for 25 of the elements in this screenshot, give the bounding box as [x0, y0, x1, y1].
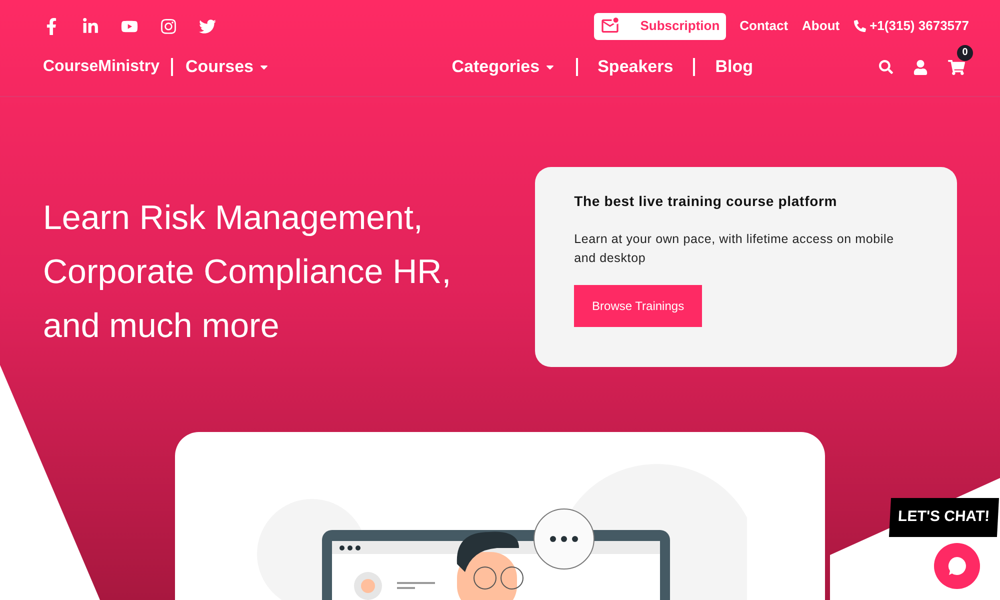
nav-link[interactable]: Courses — [185, 54, 270, 80]
card-text: Learn at your own pace, with lifetime access on mobile and desktop — [574, 231, 895, 267]
hero-headline: Corporate Compliance HR, — [43, 252, 452, 293]
cart-count-badge: 0 — [957, 44, 973, 60]
top-link[interactable]: Contact — [740, 16, 788, 36]
nav-link[interactable]: Categories — [452, 54, 556, 80]
chat-label: LET'S CHAT! — [889, 498, 999, 536]
twitter-icon[interactable] — [199, 18, 216, 34]
browse-trainings-button[interactable]: Browse Trainings — [574, 285, 702, 327]
card-title: The best live training course platform — [574, 192, 838, 211]
phone-icon — [854, 20, 866, 32]
cart-icon[interactable] — [948, 58, 965, 76]
brand-logo[interactable]: CourseMinistry — [43, 55, 160, 79]
phone-link[interactable]: +1(315) 3673577 — [870, 16, 969, 36]
nav-link[interactable]: Blog — [715, 54, 753, 80]
instagram-icon[interactable] — [160, 18, 177, 34]
top-link[interactable]: About — [802, 16, 840, 36]
hero-headline: and much more — [43, 306, 280, 347]
search-icon[interactable] — [879, 60, 893, 74]
hero-headline: Learn Risk Management, — [43, 198, 424, 239]
user-icon[interactable] — [913, 60, 928, 74]
nav-link[interactable]: Speakers — [598, 54, 674, 80]
linkedin-icon[interactable] — [82, 18, 99, 34]
subscription-button[interactable]: Subscription — [594, 12, 726, 40]
chat-bubble-icon — [946, 554, 968, 576]
